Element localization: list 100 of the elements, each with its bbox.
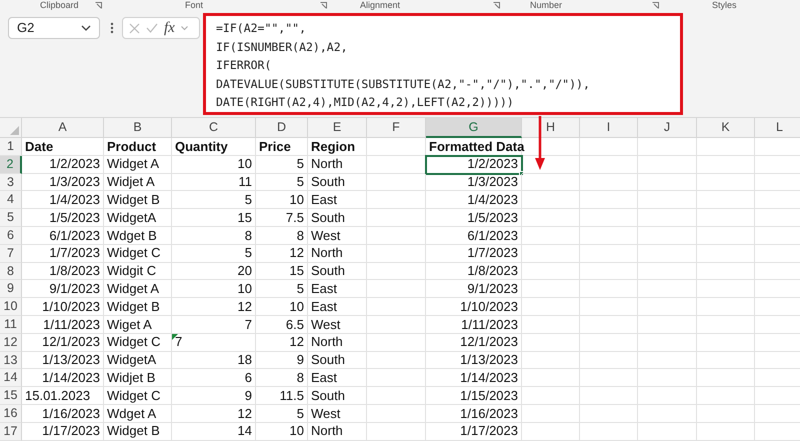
table-cell[interactable]: [367, 352, 426, 370]
row-header[interactable]: 13: [0, 352, 22, 370]
table-cell[interactable]: [580, 138, 638, 156]
dialog-launcher-icon[interactable]: [652, 2, 659, 9]
column-header[interactable]: L: [755, 118, 800, 138]
table-cell[interactable]: [367, 244, 426, 263]
table-cell[interactable]: [367, 226, 426, 245]
table-cell[interactable]: [367, 298, 426, 316]
table-cell[interactable]: [580, 191, 638, 210]
table-cell[interactable]: 5: [172, 191, 256, 210]
row-header[interactable]: 2: [0, 156, 22, 174]
table-cell[interactable]: 9: [172, 387, 256, 405]
table-cell[interactable]: [367, 316, 426, 334]
table-cell[interactable]: [697, 174, 755, 192]
table-cell[interactable]: [367, 191, 426, 210]
table-cell[interactable]: Widget B: [104, 422, 172, 441]
name-box[interactable]: G2: [8, 17, 100, 39]
table-cell[interactable]: 11: [172, 174, 256, 192]
formula-box[interactable]: =IF(A2="","", IF(ISNUMBER(A2),A2, IFERROR( DATEVALUE(SUBSTITUTE(SUBSTITUTE(A2,"-","/"),".","/")), DATE(RIGHT(A2,4),MID(A2,4,2),LEFT(A2,2))))): [203, 13, 683, 115]
table-cell[interactable]: [638, 138, 697, 156]
table-cell[interactable]: Widget A: [104, 156, 172, 174]
table-cell[interactable]: [580, 404, 638, 423]
table-cell[interactable]: 11.5: [256, 387, 308, 405]
table-cell[interactable]: [522, 422, 580, 441]
table-cell[interactable]: [580, 422, 638, 441]
cancel-icon[interactable]: [129, 22, 140, 34]
table-cell[interactable]: Widjet B: [104, 369, 172, 388]
table-cell[interactable]: [522, 387, 580, 405]
table-cell[interactable]: [638, 404, 697, 423]
table-cell[interactable]: [522, 209, 580, 227]
table-cell[interactable]: 1/5/2023: [22, 209, 104, 227]
table-cell[interactable]: Widget B: [104, 298, 172, 316]
table-cell[interactable]: [522, 404, 580, 423]
table-cell[interactable]: [580, 316, 638, 334]
check-icon[interactable]: [146, 23, 158, 33]
table-cell[interactable]: 1/3/2023: [426, 174, 522, 192]
table-cell[interactable]: 1/13/2023: [22, 352, 104, 370]
table-cell[interactable]: 8: [172, 226, 256, 245]
table-cell[interactable]: [697, 352, 755, 370]
table-cell[interactable]: Wdget B: [104, 226, 172, 245]
table-cell[interactable]: 12: [256, 244, 308, 263]
table-cell[interactable]: 8: [256, 369, 308, 388]
table-cell[interactable]: 15: [256, 262, 308, 280]
column-heading[interactable]: Region: [308, 138, 367, 156]
table-cell[interactable]: [367, 138, 426, 156]
table-cell[interactable]: [580, 334, 638, 352]
table-cell[interactable]: [580, 244, 638, 263]
row-header[interactable]: 5: [0, 209, 22, 227]
table-cell[interactable]: Widget C: [104, 334, 172, 352]
table-cell[interactable]: [697, 334, 755, 352]
table-cell[interactable]: [638, 244, 697, 263]
table-cell[interactable]: 1/3/2023: [22, 174, 104, 192]
table-cell[interactable]: [522, 298, 580, 316]
table-cell[interactable]: [638, 262, 697, 280]
table-cell[interactable]: [697, 191, 755, 210]
table-cell[interactable]: 1/10/2023: [22, 298, 104, 316]
insert-function-button[interactable]: fx: [164, 16, 175, 40]
table-cell[interactable]: [367, 369, 426, 388]
table-cell[interactable]: [367, 422, 426, 441]
table-cell[interactable]: [638, 226, 697, 245]
row-header[interactable]: 7: [0, 244, 22, 263]
column-header[interactable]: F: [367, 118, 426, 138]
dialog-launcher-icon[interactable]: [493, 2, 500, 9]
table-cell[interactable]: [638, 280, 697, 298]
table-cell[interactable]: [638, 369, 697, 388]
table-cell[interactable]: West: [308, 226, 367, 245]
table-cell[interactable]: 1/2/2023: [22, 156, 104, 174]
table-cell[interactable]: 1/7/2023: [22, 244, 104, 263]
column-header[interactable]: A: [22, 118, 104, 138]
table-cell[interactable]: 20: [172, 262, 256, 280]
table-cell[interactable]: 1/14/2023: [22, 369, 104, 388]
table-cell[interactable]: WidgetA: [104, 352, 172, 370]
select-all-button[interactable]: [0, 118, 22, 138]
table-cell[interactable]: West: [308, 404, 367, 423]
table-cell[interactable]: 1/8/2023: [426, 262, 522, 280]
table-cell[interactable]: Wdget A: [104, 404, 172, 423]
table-cell[interactable]: 12: [256, 334, 308, 352]
table-cell[interactable]: [522, 280, 580, 298]
table-cell[interactable]: [697, 422, 755, 441]
table-cell[interactable]: [697, 316, 755, 334]
dialog-launcher-icon[interactable]: [95, 2, 102, 9]
table-cell[interactable]: 9: [256, 352, 308, 370]
table-cell[interactable]: [697, 244, 755, 263]
table-cell[interactable]: [697, 404, 755, 423]
table-cell[interactable]: [638, 209, 697, 227]
table-cell[interactable]: [638, 334, 697, 352]
row-header[interactable]: 15: [0, 387, 22, 405]
row-header[interactable]: 9: [0, 280, 22, 298]
table-cell[interactable]: 5: [256, 156, 308, 174]
table-cell[interactable]: 1/17/2023: [426, 422, 522, 441]
table-cell[interactable]: [580, 298, 638, 316]
table-cell[interactable]: [367, 387, 426, 405]
table-cell[interactable]: [580, 209, 638, 227]
row-header[interactable]: 14: [0, 369, 22, 388]
table-cell[interactable]: 1/13/2023: [426, 352, 522, 370]
table-cell[interactable]: 6: [172, 369, 256, 388]
table-cell[interactable]: East: [308, 191, 367, 210]
table-cell[interactable]: Widgit C: [104, 262, 172, 280]
table-cell[interactable]: [367, 209, 426, 227]
table-cell[interactable]: East: [308, 369, 367, 388]
